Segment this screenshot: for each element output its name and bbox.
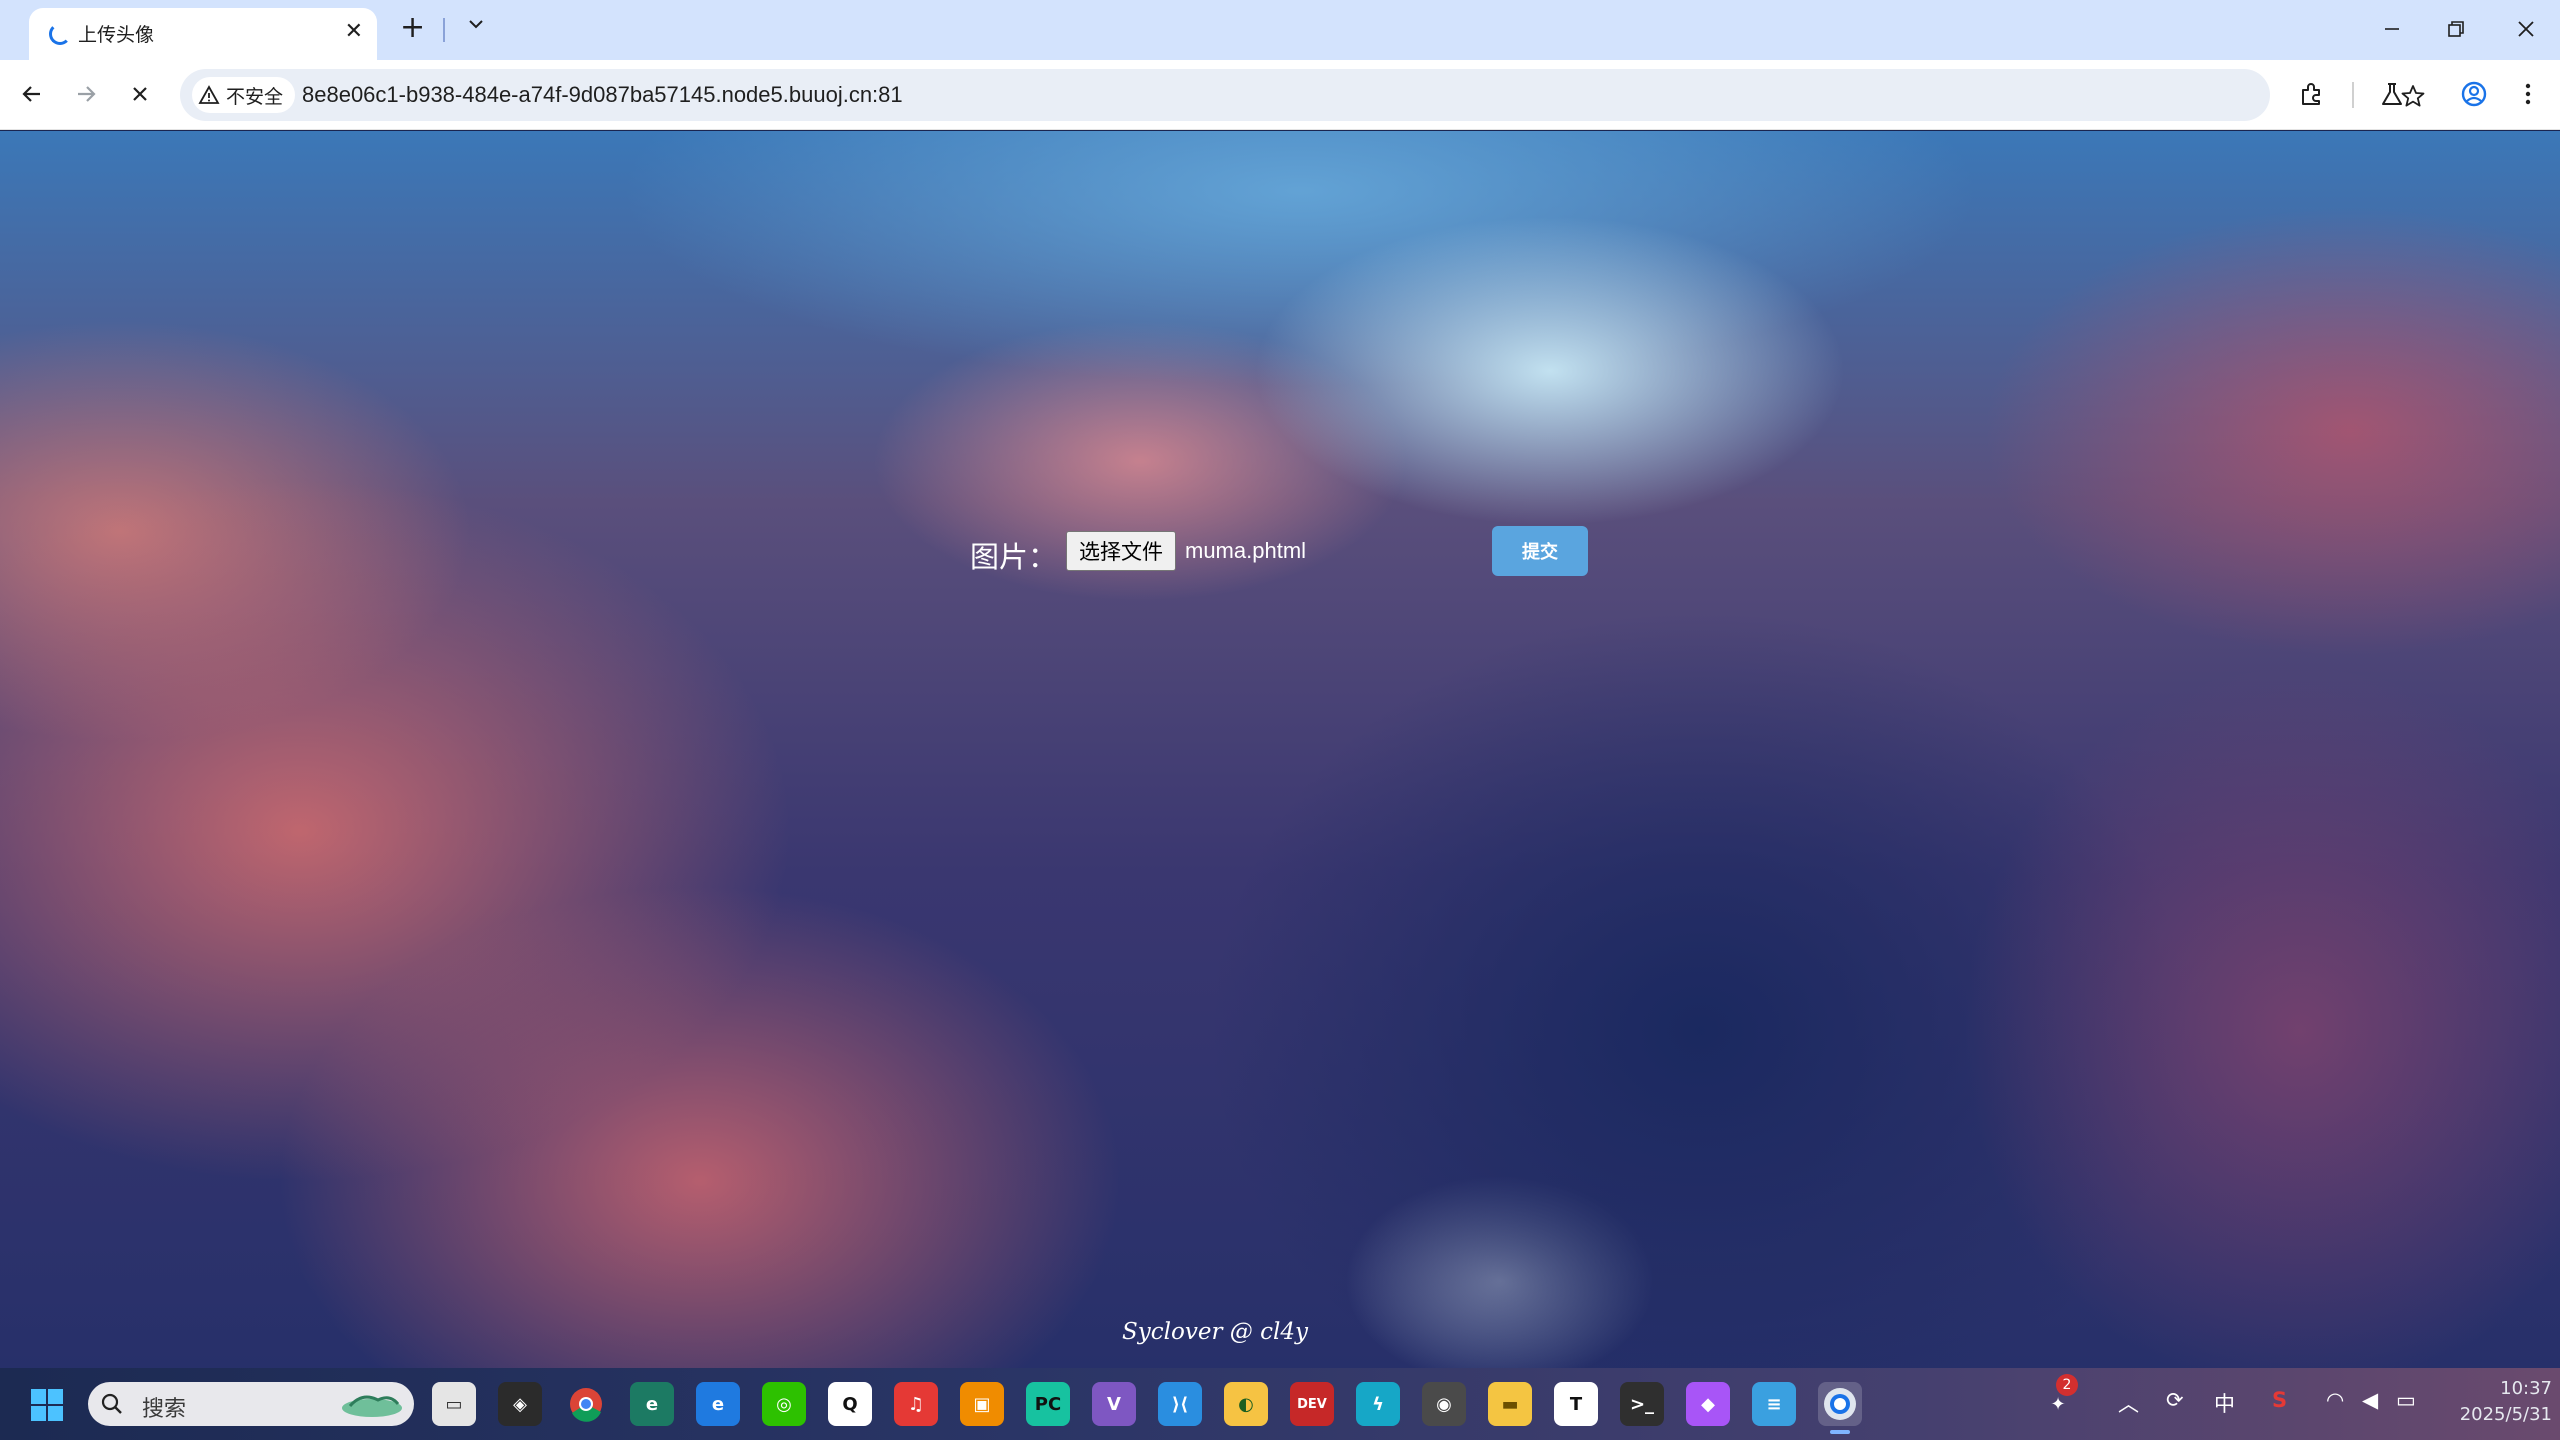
wechat-icon[interactable]: ◎: [762, 1382, 806, 1426]
url-text[interactable]: 8e8e06c1-b938-484e-a74f-9d087ba57145.nod…: [302, 82, 903, 108]
page-viewport: 图片： 选择文件 muma.phtml 提交 Syclover @ cl4y: [0, 131, 2560, 1368]
submit-button[interactable]: 提交: [1492, 526, 1588, 576]
back-arrow-icon[interactable]: [16, 78, 48, 110]
warning-triangle-icon: [198, 85, 220, 104]
image-field-label: 图片：: [970, 540, 1058, 574]
wifi-icon[interactable]: ◠: [2326, 1388, 2344, 1412]
terminal-icon[interactable]: >_: [1620, 1382, 1664, 1426]
window-minimize-icon[interactable]: [2377, 14, 2407, 44]
battery-icon[interactable]: ▭: [2396, 1388, 2416, 1412]
taskbar-search-box[interactable]: 搜索: [88, 1382, 414, 1426]
choose-file-button[interactable]: 选择文件: [1066, 531, 1176, 571]
forward-arrow-icon[interactable]: [70, 78, 102, 110]
rider-icon[interactable]: ◆: [1686, 1382, 1730, 1426]
qq-browser-icon[interactable]: ◐: [1224, 1382, 1268, 1426]
ime-indicator[interactable]: 中: [2214, 1388, 2235, 1418]
profile-avatar-icon[interactable]: [2458, 78, 2490, 110]
browser-toolbar: 不安全 8e8e06c1-b938-484e-a74f-9d087ba57145…: [0, 60, 2560, 130]
clock-date[interactable]: 2025/5/31: [2432, 1404, 2552, 1425]
security-chip[interactable]: 不安全: [192, 77, 296, 113]
notepad-icon[interactable]: ≡: [1752, 1382, 1796, 1426]
footer-credit: Syclover @ cl4y: [1122, 1319, 1308, 1345]
typora-icon[interactable]: T: [1554, 1382, 1598, 1426]
file-explorer-icon[interactable]: ▬: [1488, 1382, 1532, 1426]
search-highlight-illustration-icon: [342, 1395, 402, 1417]
window-restore-icon[interactable]: [2441, 14, 2471, 44]
tab-search-chevron-icon[interactable]: [466, 14, 486, 34]
remote-desktop-icon[interactable]: ▣: [960, 1382, 1004, 1426]
extensions-puzzle-icon[interactable]: [2296, 78, 2328, 110]
toolbar-divider: [2352, 82, 2354, 108]
chrome-active-icon[interactable]: [1818, 1382, 1862, 1434]
sync-tray-icon[interactable]: ⟳: [2166, 1388, 2184, 1412]
clock-time[interactable]: 10:37: [2452, 1378, 2552, 1399]
visual-studio-icon[interactable]: V: [1092, 1382, 1136, 1426]
tab-close-icon[interactable]: ✕: [345, 20, 363, 44]
browser-tab[interactable]: 上传头像 ✕: [29, 8, 377, 60]
tab-strip: 上传头像 ✕ +: [0, 0, 2560, 60]
vscode-icon[interactable]: ⟩⟨: [1158, 1382, 1202, 1426]
labs-flask-icon[interactable]: [2376, 78, 2408, 110]
netease-music-icon[interactable]: ♫: [894, 1382, 938, 1426]
address-bar[interactable]: 不安全 8e8e06c1-b938-484e-a74f-9d087ba57145…: [180, 69, 2425, 121]
new-tab-button[interactable]: +: [400, 12, 425, 44]
sogou-input-icon[interactable]: S: [2272, 1388, 2287, 1412]
tab-divider: [443, 18, 445, 42]
more-menu-icon[interactable]: [2512, 78, 2544, 110]
dev-cpp-icon[interactable]: DEV: [1290, 1382, 1334, 1426]
notification-count-badge: 2: [2056, 1374, 2078, 1396]
loading-spinner-icon: [49, 23, 71, 45]
task-view-icon[interactable]: ▭: [432, 1382, 476, 1426]
edge-icon[interactable]: e: [696, 1382, 740, 1426]
security-label: 不安全: [226, 85, 284, 108]
lightning-app-icon[interactable]: ϟ: [1356, 1382, 1400, 1426]
chrome-icon[interactable]: [564, 1382, 608, 1426]
stop-loading-icon[interactable]: [124, 78, 156, 110]
volume-icon[interactable]: ◀: [2362, 1388, 2378, 1412]
windows-start-icon[interactable]: [30, 1388, 64, 1422]
show-hidden-icons-chevron-icon[interactable]: ︿: [2118, 1388, 2139, 1418]
windows-taskbar: 搜索 ▭ ◈ e e ◎ Q ♫ ▣ PC V ⟩⟨ ◐ DEV ϟ ◉ ▬ T…: [0, 1368, 2560, 1440]
pycharm-icon[interactable]: PC: [1026, 1382, 1070, 1426]
window-close-icon[interactable]: [2511, 14, 2541, 44]
avatar-upload-form: 图片： 选择文件 muma.phtml 提交: [970, 526, 1590, 582]
selected-file-name: muma.phtml: [1185, 538, 1307, 563]
taskbar-search-placeholder: 搜索: [142, 1397, 187, 1422]
obs-icon[interactable]: ◉: [1422, 1382, 1466, 1426]
qq-icon[interactable]: Q: [828, 1382, 872, 1426]
search-icon: [101, 1393, 122, 1414]
edge-dev-icon[interactable]: e: [630, 1382, 674, 1426]
tab-title: 上传头像: [78, 24, 155, 46]
unity-hub-icon[interactable]: ◈: [498, 1382, 542, 1426]
